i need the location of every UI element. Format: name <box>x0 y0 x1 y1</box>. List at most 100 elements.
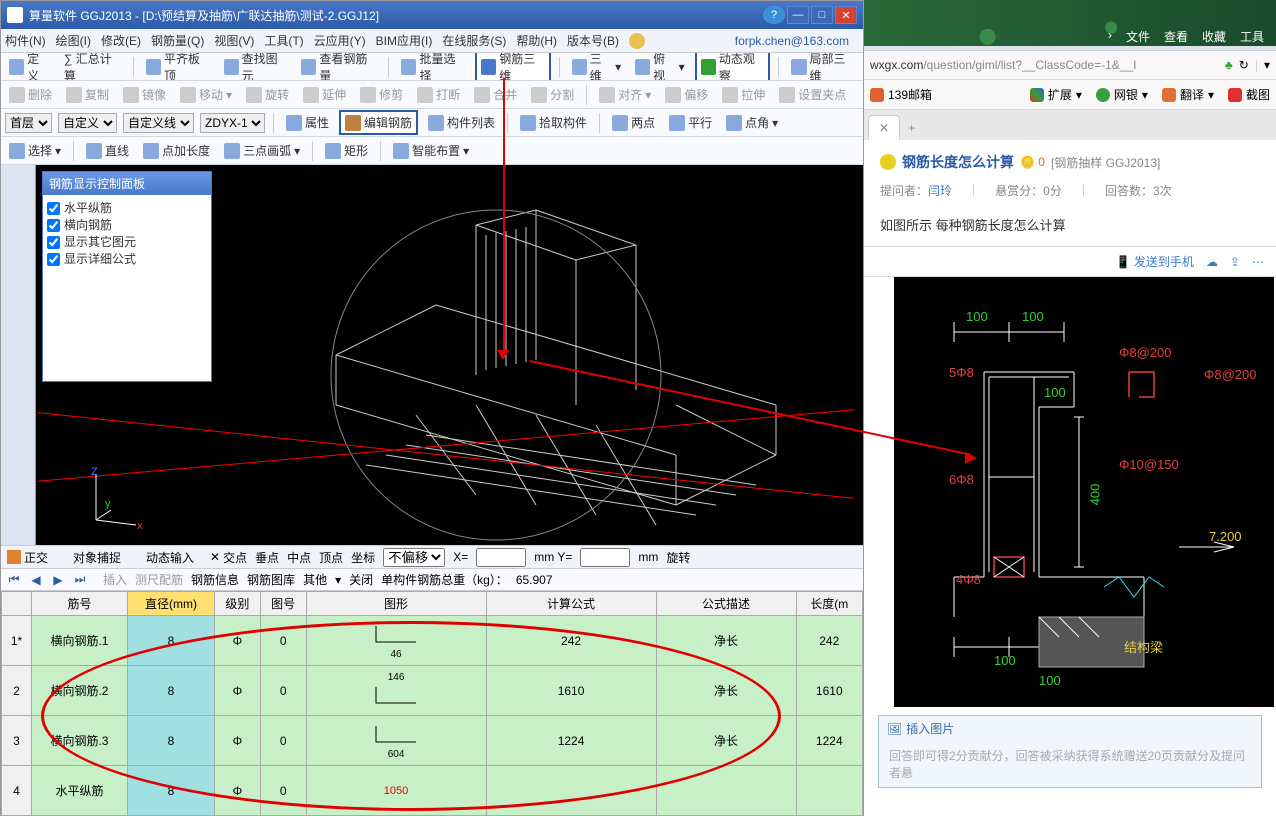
more-icon[interactable]: ⋯ <box>1252 255 1264 269</box>
parallel-button[interactable]: 平行 <box>665 112 716 133</box>
opt-formula[interactable]: 显示详细公式 <box>47 250 207 267</box>
floor-select[interactable]: 首层 <box>5 113 52 133</box>
send-to-phone[interactable]: 📱 发送到手机 <box>1116 253 1194 270</box>
table-row[interactable]: 2横向钢筋.28Φ01461610净长1610 <box>2 666 863 716</box>
menu-cloud[interactable]: 云应用(Y) <box>314 32 366 49</box>
share-icon[interactable]: ⇪ <box>1230 255 1240 269</box>
twopoint-button[interactable]: 两点 <box>608 112 659 133</box>
col-num[interactable]: 筋号 <box>32 592 128 616</box>
select-button[interactable]: 选择▾ <box>5 140 65 161</box>
delete-button[interactable]: 删除 <box>5 84 56 105</box>
offset-button[interactable]: 偏移 <box>661 84 712 105</box>
col-shape[interactable]: 图形 <box>306 592 486 616</box>
menu-bim[interactable]: BIM应用(I) <box>376 32 433 49</box>
insert-button[interactable]: 插入 <box>103 571 127 588</box>
component-list-button[interactable]: 构件列表 <box>424 112 499 133</box>
sum-button[interactable]: ∑ 汇总计算 <box>60 53 125 81</box>
menu-draw[interactable]: 绘图(I) <box>56 32 91 49</box>
opt-transverse[interactable]: 横向钢筋 <box>47 216 207 233</box>
col-blank[interactable] <box>2 592 32 616</box>
col-level[interactable]: 级别 <box>215 592 261 616</box>
menu-component[interactable]: 构件(N) <box>5 32 46 49</box>
rotate-snap[interactable]: 旋转 <box>666 549 690 566</box>
y-input[interactable] <box>580 548 630 567</box>
edit-rebar-button[interactable]: 编辑钢筋 <box>339 110 418 135</box>
coord-snap[interactable]: 坐标 <box>351 549 375 566</box>
define-button[interactable]: 定义 <box>5 53 54 81</box>
active-tab[interactable]: ✕ <box>868 115 900 140</box>
refresh-icon[interactable]: ↻ <box>1239 58 1249 72</box>
minimize-button[interactable]: — <box>787 6 809 24</box>
batch-select-button[interactable]: 批量选择 <box>397 53 469 81</box>
offset-select[interactable]: 不偏移 <box>383 548 445 567</box>
mail-button[interactable]: 139邮箱 <box>870 86 932 103</box>
bank-button[interactable]: 网银▾ <box>1096 86 1148 103</box>
trim-button[interactable]: 修剪 <box>356 84 407 105</box>
browser-menu-view[interactable]: 查看 <box>1164 28 1188 48</box>
tab-close-icon[interactable]: ✕ <box>879 121 889 135</box>
browser-menu-fav[interactable]: 收藏 <box>1202 28 1226 48</box>
move-button[interactable]: 移动▾ <box>176 84 236 105</box>
dropdown-icon[interactable]: ▾ <box>1264 58 1270 72</box>
extend-button[interactable]: 延伸 <box>299 84 350 105</box>
close-panel-button[interactable]: 关闭 <box>349 571 373 588</box>
stretch-button[interactable]: 拉伸 <box>718 84 769 105</box>
menu-version[interactable]: 版本号(B) <box>567 32 619 49</box>
new-tab-button[interactable]: + <box>900 116 923 140</box>
perp-snap[interactable]: 垂点 <box>255 549 279 566</box>
table-row[interactable]: 1*横向钢筋.18Φ046242净长242 <box>2 616 863 666</box>
first-button[interactable]: ⏮ <box>7 573 21 587</box>
menu-online[interactable]: 在线服务(S) <box>442 32 506 49</box>
smart-layout-button[interactable]: 智能布置▾ <box>389 140 473 161</box>
measure-button[interactable]: 测尺配筋 <box>135 571 183 588</box>
dyn-input-toggle[interactable]: 动态输入 <box>129 549 194 566</box>
browser-menu-tools[interactable]: 工具 <box>1240 28 1264 48</box>
expand-button[interactable]: 扩展▾ <box>1030 86 1082 103</box>
menu-modify[interactable]: 修改(E) <box>101 32 141 49</box>
perspective-button[interactable]: 俯视▾ <box>631 53 688 81</box>
browser-menu-file[interactable]: 文件 <box>1126 28 1150 48</box>
customline-select[interactable]: 自定义线 <box>123 113 194 133</box>
line-button[interactable]: 直线 <box>82 140 133 161</box>
rebar-info-button[interactable]: 钢筋信息 <box>191 571 239 588</box>
split-button[interactable]: 分割 <box>527 84 578 105</box>
col-len[interactable]: 长度(m <box>796 592 862 616</box>
point-length-button[interactable]: 点加长度 <box>139 140 214 161</box>
partial-3d-button[interactable]: 局部三维 <box>787 53 859 81</box>
opt-other[interactable]: 显示其它图元 <box>47 233 207 250</box>
vertex-snap[interactable]: 顶点 <box>319 549 343 566</box>
asker-link[interactable]: 闫玲 <box>928 184 952 198</box>
menu-face-icon[interactable] <box>629 33 645 49</box>
find-button[interactable]: 查找图元 <box>220 53 292 81</box>
pointangle-button[interactable]: 点角▾ <box>722 112 782 133</box>
x-input[interactable] <box>476 548 526 567</box>
code-select[interactable]: ZDYX-1 <box>200 113 265 133</box>
screenshot-button[interactable]: 截图 <box>1228 86 1270 103</box>
rect-button[interactable]: 矩形 <box>321 140 372 161</box>
property-button[interactable]: 属性 <box>282 112 333 133</box>
osnap-toggle[interactable]: 对象捕捉 <box>56 549 121 566</box>
menu-rebar[interactable]: 钢筋量(Q) <box>151 32 204 49</box>
align-button[interactable]: 对齐▾ <box>595 84 655 105</box>
mid-snap[interactable]: 中点 <box>287 549 311 566</box>
rebar-lib-button[interactable]: 钢筋图库 <box>247 571 295 588</box>
3d-viewport[interactable]: 钢筋显示控制面板 水平纵筋 横向钢筋 显示其它图元 显示详细公式 <box>36 165 863 545</box>
col-fig[interactable]: 图号 <box>260 592 306 616</box>
col-dia[interactable]: 直径(mm) <box>127 592 214 616</box>
favorite-icon[interactable]: ♣ <box>1225 58 1233 72</box>
table-row[interactable]: 4水平纵筋8Φ01050 <box>2 766 863 816</box>
close-button[interactable]: ✕ <box>835 6 857 24</box>
cloud-icon[interactable]: ☁ <box>1206 255 1218 269</box>
rotate-button[interactable]: 旋转 <box>242 84 293 105</box>
next-button[interactable]: ▶ <box>51 573 65 587</box>
ortho-toggle[interactable]: 正交 <box>7 549 48 566</box>
user-email[interactable]: forpk.chen@163.com <box>735 34 849 48</box>
url-text[interactable]: wxgx.com/question/giml/list?__ClassCode=… <box>870 58 1219 72</box>
merge-button[interactable]: 合并 <box>470 84 521 105</box>
rebar-3d-button[interactable]: 钢筋三维 <box>475 53 551 81</box>
intersect-snap[interactable]: ✕交点 <box>210 549 247 566</box>
col-calc[interactable]: 计算公式 <box>486 592 656 616</box>
setpoint-button[interactable]: 设置夹点 <box>775 84 850 105</box>
translate-button[interactable]: 翻译▾ <box>1162 86 1214 103</box>
dynamic-view-button[interactable]: 动态观察 <box>695 53 771 81</box>
